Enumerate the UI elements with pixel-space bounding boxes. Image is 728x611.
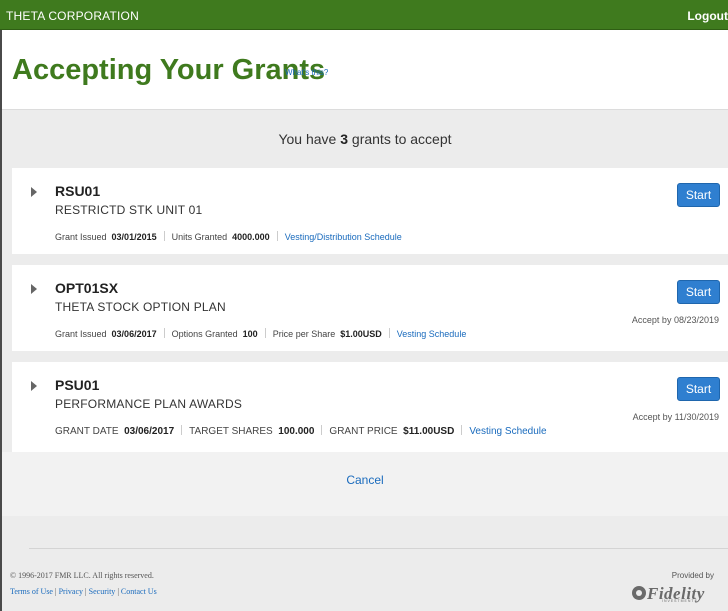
divider xyxy=(163,328,165,338)
link-separator: | xyxy=(54,587,57,596)
contact-us-link[interactable]: Contact Us xyxy=(121,587,157,596)
footer: © 1996-2017 FMR LLC. All rights reserved… xyxy=(2,516,728,611)
grant-card-psu01: PSU01 PERFORMANCE PLAN AWARDS GRANT DATE… xyxy=(12,362,728,452)
field-label: Grant Issued xyxy=(55,232,107,242)
grant-code: RSU01 xyxy=(55,183,101,199)
grant-code: PSU01 xyxy=(55,377,100,393)
start-button[interactable]: Start xyxy=(677,377,720,401)
grant-details: GRANT DATE 03/06/2017 TARGET SHARES 100.0… xyxy=(55,425,547,437)
field-value: 03/06/2017 xyxy=(124,426,175,437)
field-value: 03/01/2015 xyxy=(111,232,157,242)
expand-caret-icon[interactable] xyxy=(31,284,37,294)
logo-subtext: INVESTMENTS xyxy=(662,599,698,603)
grant-description: THETA STOCK OPTION PLAN xyxy=(55,300,226,314)
accept-by-date: Accept by 08/23/2019 xyxy=(631,315,719,325)
whats-this-link[interactable]: What's this? xyxy=(285,68,328,77)
field-label: GRANT PRICE xyxy=(329,426,398,437)
company-name: THETA CORPORATION xyxy=(6,9,139,23)
field-label: TARGET SHARES xyxy=(189,426,273,437)
field-value: $11.00USD xyxy=(403,426,455,437)
page-header: Accepting Your Grants What's this? xyxy=(2,30,728,110)
count-suffix: grants to accept xyxy=(351,131,452,147)
start-button[interactable]: Start xyxy=(677,183,720,207)
vesting-schedule-link[interactable]: Vesting Schedule xyxy=(469,426,546,437)
page-title: Accepting Your Grants xyxy=(12,54,326,86)
vesting-schedule-link[interactable]: Vesting/Distribution Schedule xyxy=(285,232,402,242)
accept-by-date: Accept by 11/30/2019 xyxy=(632,412,719,422)
field-label: Units Granted xyxy=(171,232,228,242)
footer-divider xyxy=(29,548,728,549)
fidelity-mark-icon xyxy=(632,586,646,600)
start-button[interactable]: Start xyxy=(677,280,720,304)
copyright-text: © 1996-2017 FMR LLC. All rights reserved… xyxy=(10,571,154,580)
expand-caret-icon[interactable] xyxy=(31,381,37,391)
grant-description: PERFORMANCE PLAN AWARDS xyxy=(55,397,243,411)
top-bar: THETA CORPORATION Logout xyxy=(0,0,728,30)
grant-details: Grant Issued 03/06/2017 Options Granted 1… xyxy=(55,328,466,339)
divider xyxy=(163,231,165,241)
fidelity-logo: Fidelity INVESTMENTS xyxy=(632,583,712,603)
divider xyxy=(181,425,183,435)
field-label: Grant Issued xyxy=(55,329,107,339)
terms-of-use-link[interactable]: Terms of Use xyxy=(10,587,53,596)
security-link[interactable]: Security xyxy=(89,587,116,596)
field-value: 100.000 xyxy=(278,426,315,437)
field-label: Options Granted xyxy=(171,329,238,339)
expand-caret-icon[interactable] xyxy=(31,187,37,197)
provided-by-text: Provided by xyxy=(671,571,714,580)
grant-count: 3 xyxy=(340,131,349,147)
grant-description: RESTRICTD STK UNIT 01 xyxy=(55,203,203,217)
field-value: 100 xyxy=(242,329,258,339)
divider xyxy=(461,425,463,435)
field-value: 03/06/2017 xyxy=(111,329,157,339)
link-separator: | xyxy=(85,587,87,596)
cancel-link[interactable]: Cancel xyxy=(2,473,728,487)
footer-links: Terms of Use | Privacy | Security | Contact Us xyxy=(10,587,157,596)
divider xyxy=(276,231,278,241)
grant-code: OPT01SX xyxy=(55,280,119,296)
privacy-link[interactable]: Privacy xyxy=(59,587,83,596)
field-label: GRANT DATE xyxy=(55,426,119,437)
grants-count-message: You have 3 grants to accept xyxy=(2,131,728,147)
grant-details: Grant Issued 03/01/2015 Units Granted 400… xyxy=(55,231,402,242)
field-label: Price per Share xyxy=(272,329,336,339)
grant-card-rsu01: RSU01 RESTRICTD STK UNIT 01 Grant Issued… xyxy=(12,168,728,254)
field-value: $1.00USD xyxy=(340,329,382,339)
vesting-schedule-link[interactable]: Vesting Schedule xyxy=(397,329,467,339)
grant-card-opt01sx: OPT01SX THETA STOCK OPTION PLAN Grant Is… xyxy=(12,265,728,351)
divider xyxy=(321,425,323,435)
content-frame: Accepting Your Grants What's this? You h… xyxy=(0,30,728,611)
divider xyxy=(264,328,266,338)
logout-link[interactable]: Logout xyxy=(687,9,728,23)
field-value: 4000.000 xyxy=(232,232,270,242)
divider xyxy=(388,328,390,338)
count-prefix: You have xyxy=(278,131,337,147)
link-separator: | xyxy=(117,587,119,596)
